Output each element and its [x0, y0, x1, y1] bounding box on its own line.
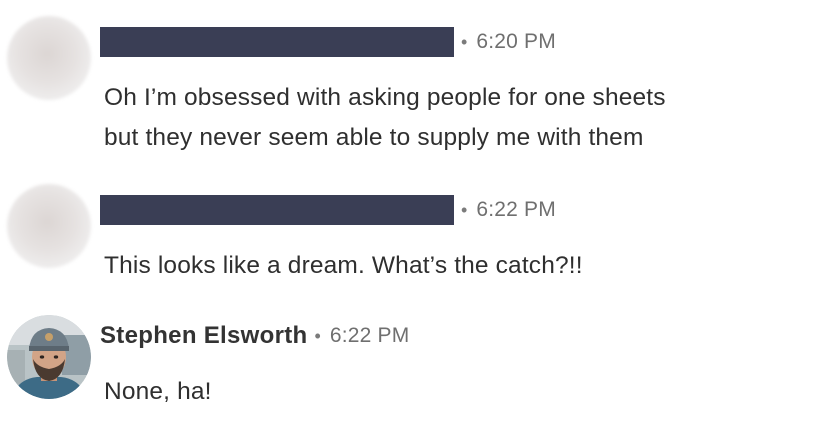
message-timestamp[interactable]: 6:20 PM	[476, 30, 556, 54]
message-text: Oh I’m obsessed with asking people for o…	[104, 78, 666, 158]
message-timestamp[interactable]: 6:22 PM	[330, 324, 410, 348]
message-header: • 6:20 PM	[100, 27, 556, 57]
message-text: None, ha!	[104, 372, 212, 412]
message-header: Stephen Elsworth • 6:22 PM	[100, 321, 409, 351]
message-line: Oh I’m obsessed with asking people for o…	[104, 84, 666, 111]
message-text: This looks like a dream. What’s the catc…	[104, 246, 583, 286]
separator-dot: •	[314, 325, 321, 346]
message-line: None, ha!	[104, 378, 212, 405]
message-thread: • 6:20 PM Oh I’m obsessed with asking pe…	[0, 0, 818, 422]
redacted-author-name	[100, 27, 454, 57]
message-line: This looks like a dream. What’s the catc…	[104, 252, 583, 279]
separator-dot: •	[461, 199, 468, 220]
avatar[interactable]	[7, 184, 91, 268]
redacted-author-name	[100, 195, 454, 225]
avatar[interactable]	[7, 315, 91, 399]
avatar[interactable]	[7, 16, 91, 100]
message-line: but they never seem able to supply me wi…	[104, 124, 644, 151]
separator-dot: •	[461, 31, 468, 52]
author-name[interactable]: Stephen Elsworth	[100, 322, 308, 350]
avatar-photo	[7, 315, 91, 399]
message-timestamp[interactable]: 6:22 PM	[476, 198, 556, 222]
message-header: • 6:22 PM	[100, 195, 556, 225]
